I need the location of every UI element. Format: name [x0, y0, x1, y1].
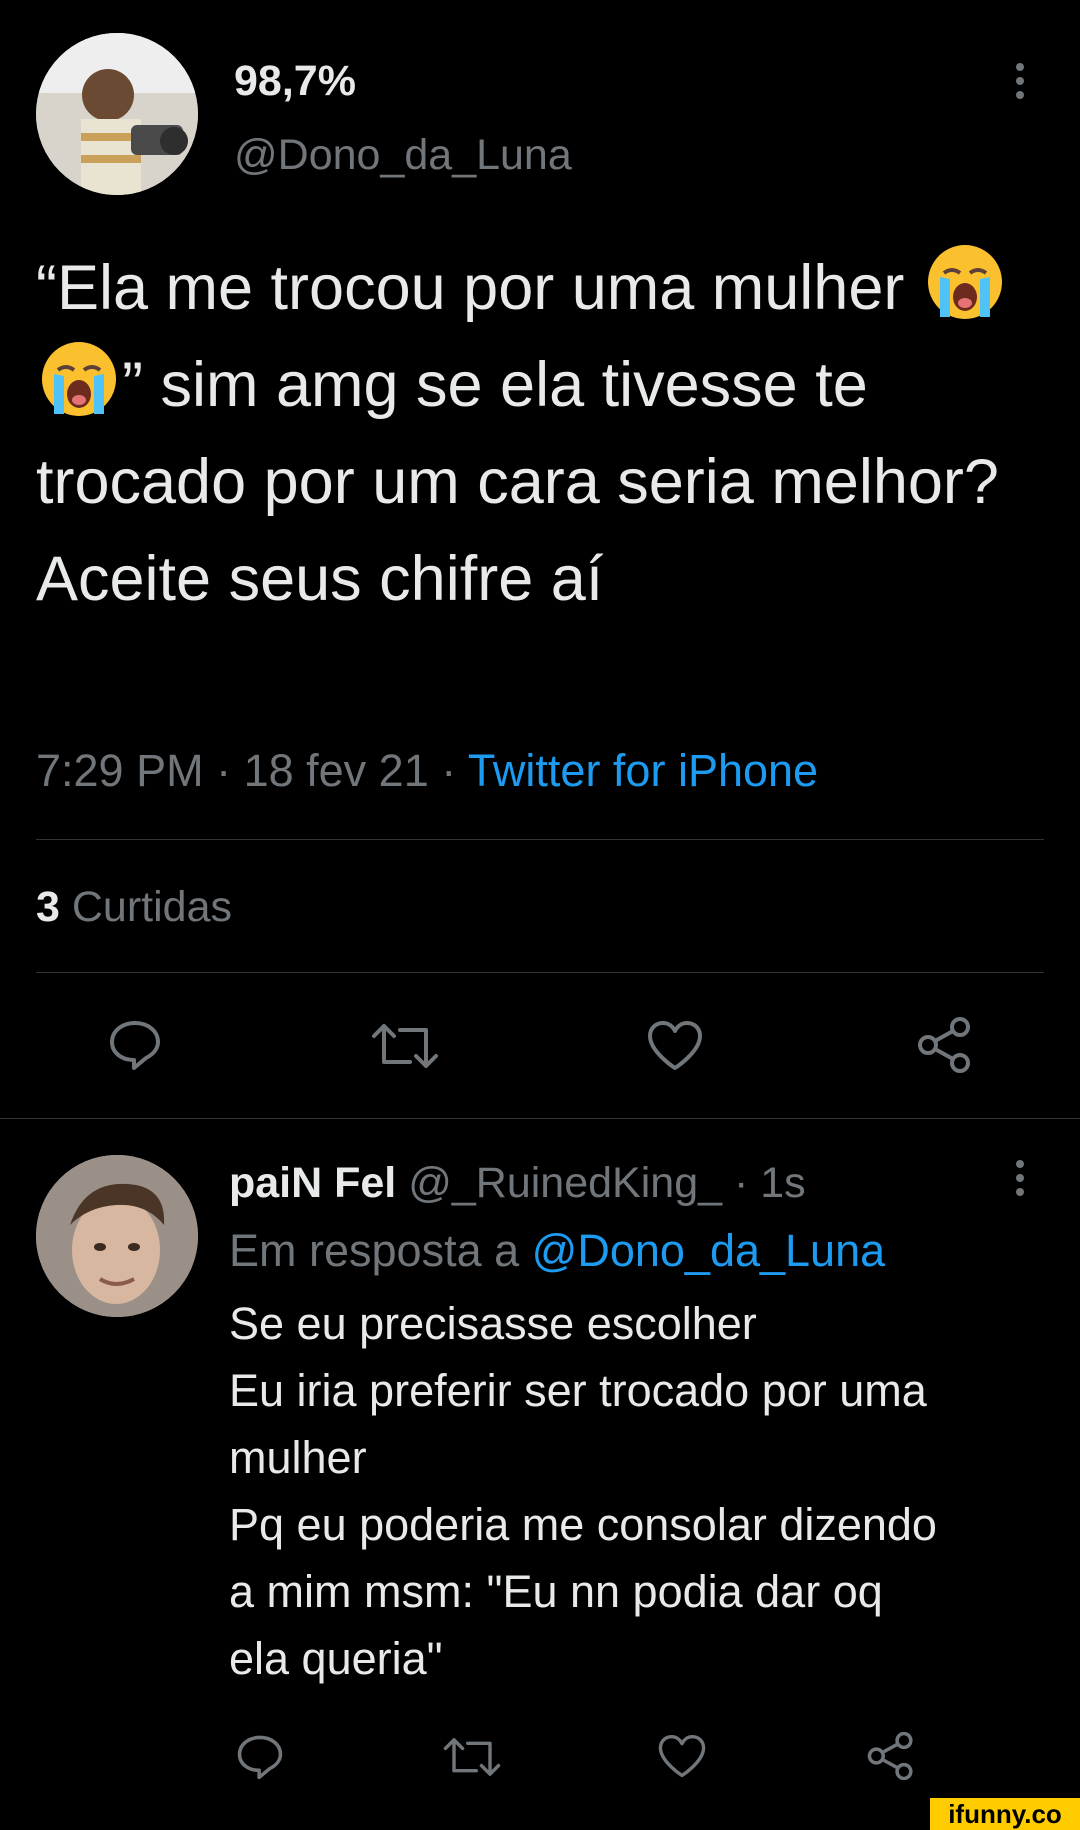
watermark-logo: ifunny.co: [930, 1798, 1080, 1830]
reply-author-avatar[interactable]: [36, 1155, 198, 1317]
author-handle[interactable]: @Dono_da_Luna: [234, 131, 572, 180]
reply-like-icon[interactable]: [657, 1734, 707, 1779]
reply-text-line: Se eu precisasse escolher: [229, 1298, 757, 1349]
likes-label: Curtidas: [71, 883, 232, 931]
tweet-text-part1: “Ela me trocou por uma mulher: [36, 253, 922, 323]
divider: [36, 839, 1044, 840]
share-icon[interactable]: [916, 1016, 974, 1074]
loudly-crying-face-icon: [40, 340, 118, 418]
reply-text-line: Pq eu poderia me consolar dizendo: [229, 1499, 937, 1550]
in-reply-to-handle[interactable]: @Dono_da_Luna: [532, 1225, 885, 1276]
reply-reply-icon[interactable]: [236, 1733, 284, 1781]
reply-text-line: ela queria": [229, 1633, 443, 1684]
author-avatar[interactable]: [36, 33, 198, 195]
divider: [0, 1118, 1080, 1119]
reply-text-line: Eu iria preferir ser trocado por uma: [229, 1365, 927, 1416]
divider: [36, 972, 1044, 973]
reply-handle-time[interactable]: @_RuinedKing_ · 1s: [408, 1159, 805, 1207]
in-reply-to: Em resposta a @Dono_da_Luna: [229, 1225, 885, 1277]
reply-header: paiN Fel @_RuinedKing_ · 1s: [229, 1159, 806, 1208]
reply-text: Se eu precisasse escolher Eu iria prefer…: [229, 1290, 1059, 1692]
in-reply-to-label: Em resposta a: [229, 1225, 520, 1276]
reply-icon[interactable]: [108, 1018, 162, 1072]
tweet-timestamp: 7:29 PM · 18 fev 21 · Twitter for iPhone: [36, 745, 818, 797]
retweet-icon[interactable]: [370, 1022, 440, 1070]
author-display-name[interactable]: 98,7%: [234, 57, 356, 106]
likes-count: 3: [36, 883, 60, 931]
reply-text-line: mulher: [229, 1432, 367, 1483]
reply-retweet-icon[interactable]: [442, 1736, 502, 1778]
reply-more-options-icon[interactable]: [1016, 1160, 1024, 1202]
reply-display-name[interactable]: paiN Fel: [229, 1159, 396, 1207]
reply-share-icon[interactable]: [866, 1731, 916, 1781]
more-options-icon[interactable]: [1016, 63, 1024, 105]
reply-text-line: a mim msm: "Eu nn podia dar oq: [229, 1566, 883, 1617]
likes-count-row[interactable]: 3 Curtidas: [36, 883, 232, 932]
tweet-time[interactable]: 7:29 PM · 18 fev 21 ·: [36, 745, 468, 796]
tweet-source-link[interactable]: Twitter for iPhone: [468, 745, 818, 796]
tweet-text: “Ela me trocou por uma mulher ” sim amg …: [36, 240, 1046, 628]
loudly-crying-face-icon: [926, 243, 1004, 321]
like-icon[interactable]: [646, 1020, 704, 1072]
tweet-text-part2: ” sim amg se ela tivesse te trocado por …: [36, 350, 999, 614]
